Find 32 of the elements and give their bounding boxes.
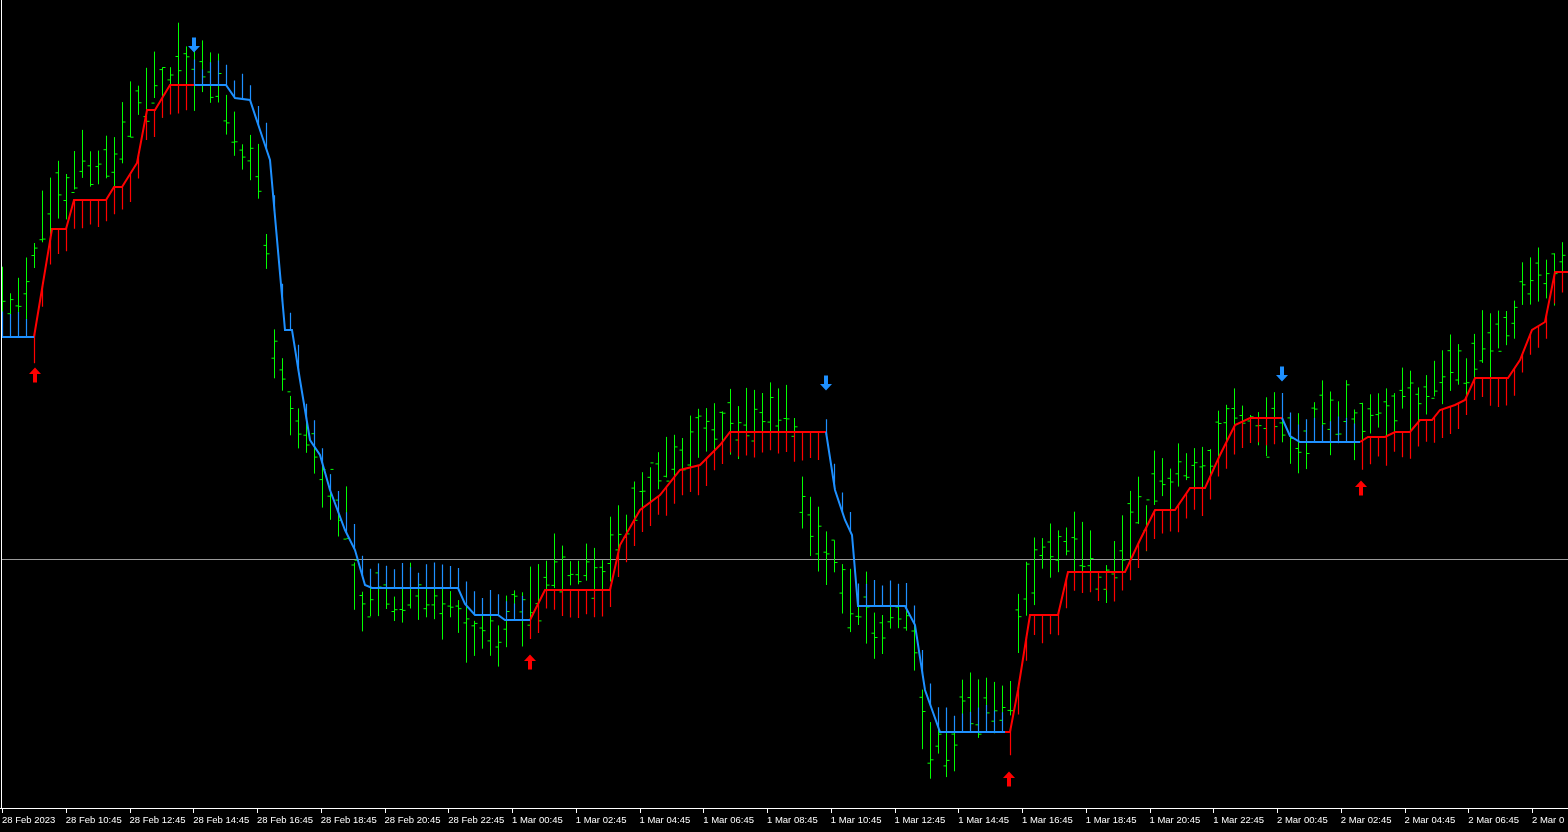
time-label: 2 Mar 00:45 bbox=[1277, 814, 1328, 825]
down-arrow-icon bbox=[820, 375, 832, 391]
down-arrow-icon bbox=[1276, 366, 1288, 382]
time-label: 2 Mar 06:45 bbox=[1468, 814, 1519, 825]
up-arrow-icon bbox=[524, 654, 536, 670]
time-label: 28 Feb 22:45 bbox=[448, 814, 505, 825]
time-label: 28 Feb 14:45 bbox=[193, 814, 250, 825]
time-label: 1 Mar 22:45 bbox=[1213, 814, 1264, 825]
time-label: 28 Feb 2023 bbox=[2, 814, 56, 825]
time-label: 1 Mar 02:45 bbox=[575, 814, 627, 825]
time-label: 1 Mar 20:45 bbox=[1149, 814, 1201, 825]
down-arrow-icon bbox=[188, 37, 200, 53]
time-label: 1 Mar 18:45 bbox=[1085, 814, 1137, 825]
time-label: 2 Mar 0 bbox=[1532, 814, 1565, 825]
time-label: 1 Mar 14:45 bbox=[958, 814, 1009, 825]
time-label: 1 Mar 16:45 bbox=[1022, 814, 1073, 825]
time-label: 1 Mar 06:45 bbox=[703, 814, 754, 825]
time-label: 2 Mar 02:45 bbox=[1340, 814, 1392, 825]
time-label: 28 Feb 10:45 bbox=[65, 814, 122, 825]
time-label: 1 Mar 08:45 bbox=[767, 814, 818, 825]
time-label: 28 Feb 16:45 bbox=[257, 814, 313, 825]
time-label: 28 Feb 18:45 bbox=[320, 814, 377, 825]
up-arrow-icon bbox=[1355, 480, 1367, 496]
time-label: 1 Mar 00:45 bbox=[512, 814, 563, 825]
time-label: 2 Mar 04:45 bbox=[1404, 814, 1456, 825]
up-arrow-icon bbox=[1003, 771, 1015, 787]
time-label: 28 Feb 20:45 bbox=[384, 814, 441, 825]
time-label: 28 Feb 12:45 bbox=[129, 814, 186, 825]
time-label: 1 Mar 04:45 bbox=[639, 814, 691, 825]
time-label: 1 Mar 10:45 bbox=[830, 814, 882, 825]
up-arrow-icon bbox=[29, 367, 41, 383]
time-label: 1 Mar 12:45 bbox=[894, 814, 946, 825]
